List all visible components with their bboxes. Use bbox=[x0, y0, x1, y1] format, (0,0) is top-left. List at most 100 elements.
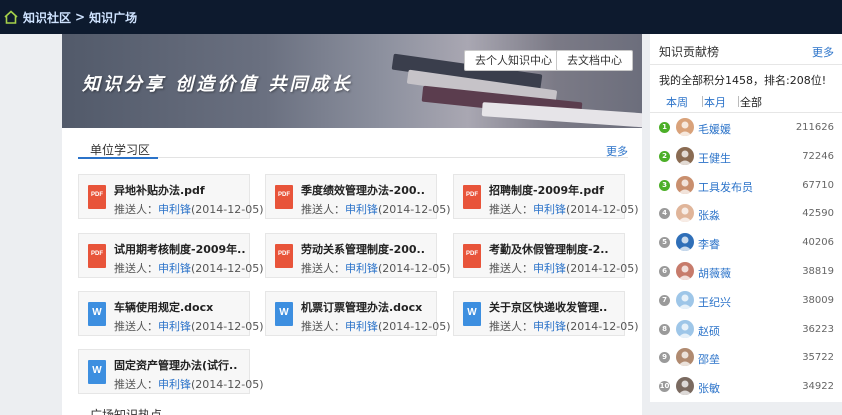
pusher-label: 推送人： bbox=[114, 262, 158, 275]
pusher-name[interactable]: 申利锋 bbox=[533, 320, 566, 333]
doc-card[interactable]: PDF 劳动关系管理制度-200.. 推送人：申利锋(2014-12-05) bbox=[265, 233, 451, 278]
doc-title[interactable]: 考勤及休假管理制度-2.. bbox=[489, 241, 609, 257]
pusher-name[interactable]: 申利锋 bbox=[533, 262, 566, 275]
rank-user-name[interactable]: 工具发布员 bbox=[698, 179, 753, 195]
doc-title[interactable]: 固定资产管理办法(试行.. bbox=[114, 357, 237, 373]
pusher-name[interactable]: 申利锋 bbox=[533, 203, 566, 216]
rank-user-name[interactable]: 王健生 bbox=[698, 150, 731, 166]
personal-center-button[interactable]: 去个人知识中心 bbox=[464, 50, 563, 71]
avatar[interactable] bbox=[676, 175, 694, 194]
rank-badge: 4 bbox=[659, 208, 670, 220]
rank-user-name[interactable]: 毛媛媛 bbox=[698, 121, 731, 137]
doc-card[interactable]: PDF 季度绩效管理办法-200.. 推送人：申利锋(2014-12-05) bbox=[265, 174, 451, 219]
doc-title[interactable]: 试用期考核制度-2009年.. bbox=[114, 241, 246, 257]
rank-badge: 1 bbox=[659, 122, 670, 133]
pusher-name[interactable]: 申利锋 bbox=[158, 320, 191, 333]
doc-meta: 推送人：申利锋(2014-12-05) bbox=[114, 318, 264, 334]
rank-user-name[interactable]: 张敏 bbox=[698, 380, 720, 396]
doc-title[interactable]: 季度绩效管理办法-200.. bbox=[301, 182, 425, 198]
pusher-name[interactable]: 申利锋 bbox=[345, 203, 378, 216]
rank-badge: 9 bbox=[659, 352, 670, 364]
doc-meta: 推送人：申利锋(2014-12-05) bbox=[114, 260, 264, 276]
doc-title[interactable]: 机票订票管理办法.docx bbox=[301, 299, 422, 315]
avatar[interactable] bbox=[676, 118, 694, 136]
pusher-name[interactable]: 申利锋 bbox=[158, 203, 191, 216]
doc-card[interactable]: PDF 考勤及休假管理制度-2.. 推送人：申利锋(2014-12-05) bbox=[453, 233, 639, 278]
avatar[interactable] bbox=[676, 348, 694, 367]
pusher-name[interactable]: 申利锋 bbox=[158, 262, 191, 275]
tab-month[interactable]: 本月 bbox=[704, 94, 726, 110]
file-icon-label: PDF bbox=[278, 192, 290, 198]
pusher-name[interactable]: 申利锋 bbox=[345, 262, 378, 275]
pdf-file-icon: PDF bbox=[88, 244, 106, 268]
home-icon[interactable] bbox=[3, 9, 19, 25]
user-avatar-icon bbox=[678, 351, 692, 367]
rank-user-name[interactable]: 张淼 bbox=[698, 207, 720, 223]
pusher-name[interactable]: 申利锋 bbox=[345, 320, 378, 333]
main-panel: 知识分享 创造价值 共同成长 去个人知识中心 去文档中心 单位学习区 更多 PD… bbox=[62, 34, 642, 415]
section-header: 单位学习区 更多 bbox=[78, 138, 628, 159]
doc-card[interactable]: W 固定资产管理办法(试行.. 推送人：申利锋(2014-12-05) bbox=[78, 349, 264, 394]
leaderboard-more-link[interactable]: 更多 bbox=[812, 44, 834, 60]
breadcrumb-current[interactable]: 知识广场 bbox=[89, 9, 137, 26]
word-file-icon: W bbox=[275, 302, 293, 326]
tab-week[interactable]: 本周 bbox=[666, 94, 688, 110]
leaderboard-panel: 知识贡献榜 更多 我的全部积分1458，排名:208位! 本周 本月 全部 1 毛… bbox=[650, 34, 842, 402]
pdf-file-icon: PDF bbox=[275, 185, 293, 209]
rank-score: 211626 bbox=[795, 122, 834, 133]
tab-separator bbox=[738, 96, 739, 107]
rank-user-name[interactable]: 邵垒 bbox=[698, 351, 720, 367]
pdf-file-icon: PDF bbox=[88, 185, 106, 209]
pusher-label: 推送人： bbox=[301, 320, 345, 333]
rank-badge: 5 bbox=[659, 237, 670, 249]
breadcrumb-home[interactable]: 知识社区 bbox=[23, 9, 71, 26]
file-icon-label: W bbox=[92, 307, 102, 318]
push-date: (2014-12-05) bbox=[191, 203, 264, 216]
rank-user-name[interactable]: 李睿 bbox=[698, 236, 720, 252]
doc-meta: 推送人：申利锋(2014-12-05) bbox=[301, 201, 451, 217]
avatar[interactable] bbox=[676, 377, 694, 396]
avatar[interactable] bbox=[676, 233, 694, 252]
leaderboard-title: 知识贡献榜 bbox=[659, 45, 720, 59]
rank-row: 10 张敏 34922 bbox=[650, 373, 842, 401]
doc-card[interactable]: PDF 试用期考核制度-2009年.. 推送人：申利锋(2014-12-05) bbox=[78, 233, 264, 278]
rank-row: 2 王健生 72246 bbox=[650, 143, 842, 171]
user-avatar-icon bbox=[678, 150, 692, 165]
rank-user-name[interactable]: 赵硕 bbox=[698, 323, 720, 339]
doc-card[interactable]: W 机票订票管理办法.docx 推送人：申利锋(2014-12-05) bbox=[265, 291, 451, 336]
rank-score: 38819 bbox=[802, 266, 834, 277]
pusher-label: 推送人： bbox=[114, 203, 158, 216]
avatar[interactable] bbox=[676, 319, 694, 338]
doc-title[interactable]: 招聘制度-2009年.pdf bbox=[489, 182, 604, 198]
doc-title[interactable]: 关于京区快递收发管理.. bbox=[489, 299, 607, 315]
doc-meta: 推送人：申利锋(2014-12-05) bbox=[114, 201, 264, 217]
doc-title[interactable]: 异地补贴办法.pdf bbox=[114, 182, 205, 198]
rank-user-name[interactable]: 王纪兴 bbox=[698, 294, 731, 310]
avatar[interactable] bbox=[676, 204, 694, 223]
divider bbox=[650, 64, 842, 65]
user-avatar-icon bbox=[678, 323, 692, 338]
user-avatar-icon bbox=[678, 294, 692, 309]
pdf-file-icon: PDF bbox=[463, 244, 481, 268]
doc-center-button[interactable]: 去文档中心 bbox=[556, 50, 633, 71]
rank-user-name[interactable]: 胡薇薇 bbox=[698, 265, 731, 281]
avatar[interactable] bbox=[676, 290, 694, 309]
avatar[interactable] bbox=[676, 146, 694, 165]
word-file-icon: W bbox=[88, 302, 106, 326]
pusher-name[interactable]: 申利锋 bbox=[158, 378, 191, 391]
doc-card[interactable]: PDF 异地补贴办法.pdf 推送人：申利锋(2014-12-05) bbox=[78, 174, 264, 219]
tab-separator bbox=[702, 96, 703, 107]
tab-all[interactable]: 全部 bbox=[740, 94, 762, 110]
doc-card[interactable]: W 车辆使用规定.docx 推送人：申利锋(2014-12-05) bbox=[78, 291, 264, 336]
doc-card[interactable]: PDF 招聘制度-2009年.pdf 推送人：申利锋(2014-12-05) bbox=[453, 174, 639, 219]
doc-title[interactable]: 车辆使用规定.docx bbox=[114, 299, 213, 315]
pusher-label: 推送人： bbox=[489, 320, 533, 333]
doc-title[interactable]: 劳动关系管理制度-200.. bbox=[301, 241, 425, 257]
doc-card[interactable]: W 关于京区快递收发管理.. 推送人：申利锋(2014-12-05) bbox=[453, 291, 639, 336]
rank-score: 67710 bbox=[802, 179, 834, 191]
section-more-link[interactable]: 更多 bbox=[606, 143, 628, 159]
push-date: (2014-12-05) bbox=[378, 262, 451, 275]
rank-badge: 6 bbox=[659, 266, 670, 277]
avatar[interactable] bbox=[676, 262, 694, 280]
banner: 知识分享 创造价值 共同成长 去个人知识中心 去文档中心 bbox=[62, 34, 642, 128]
